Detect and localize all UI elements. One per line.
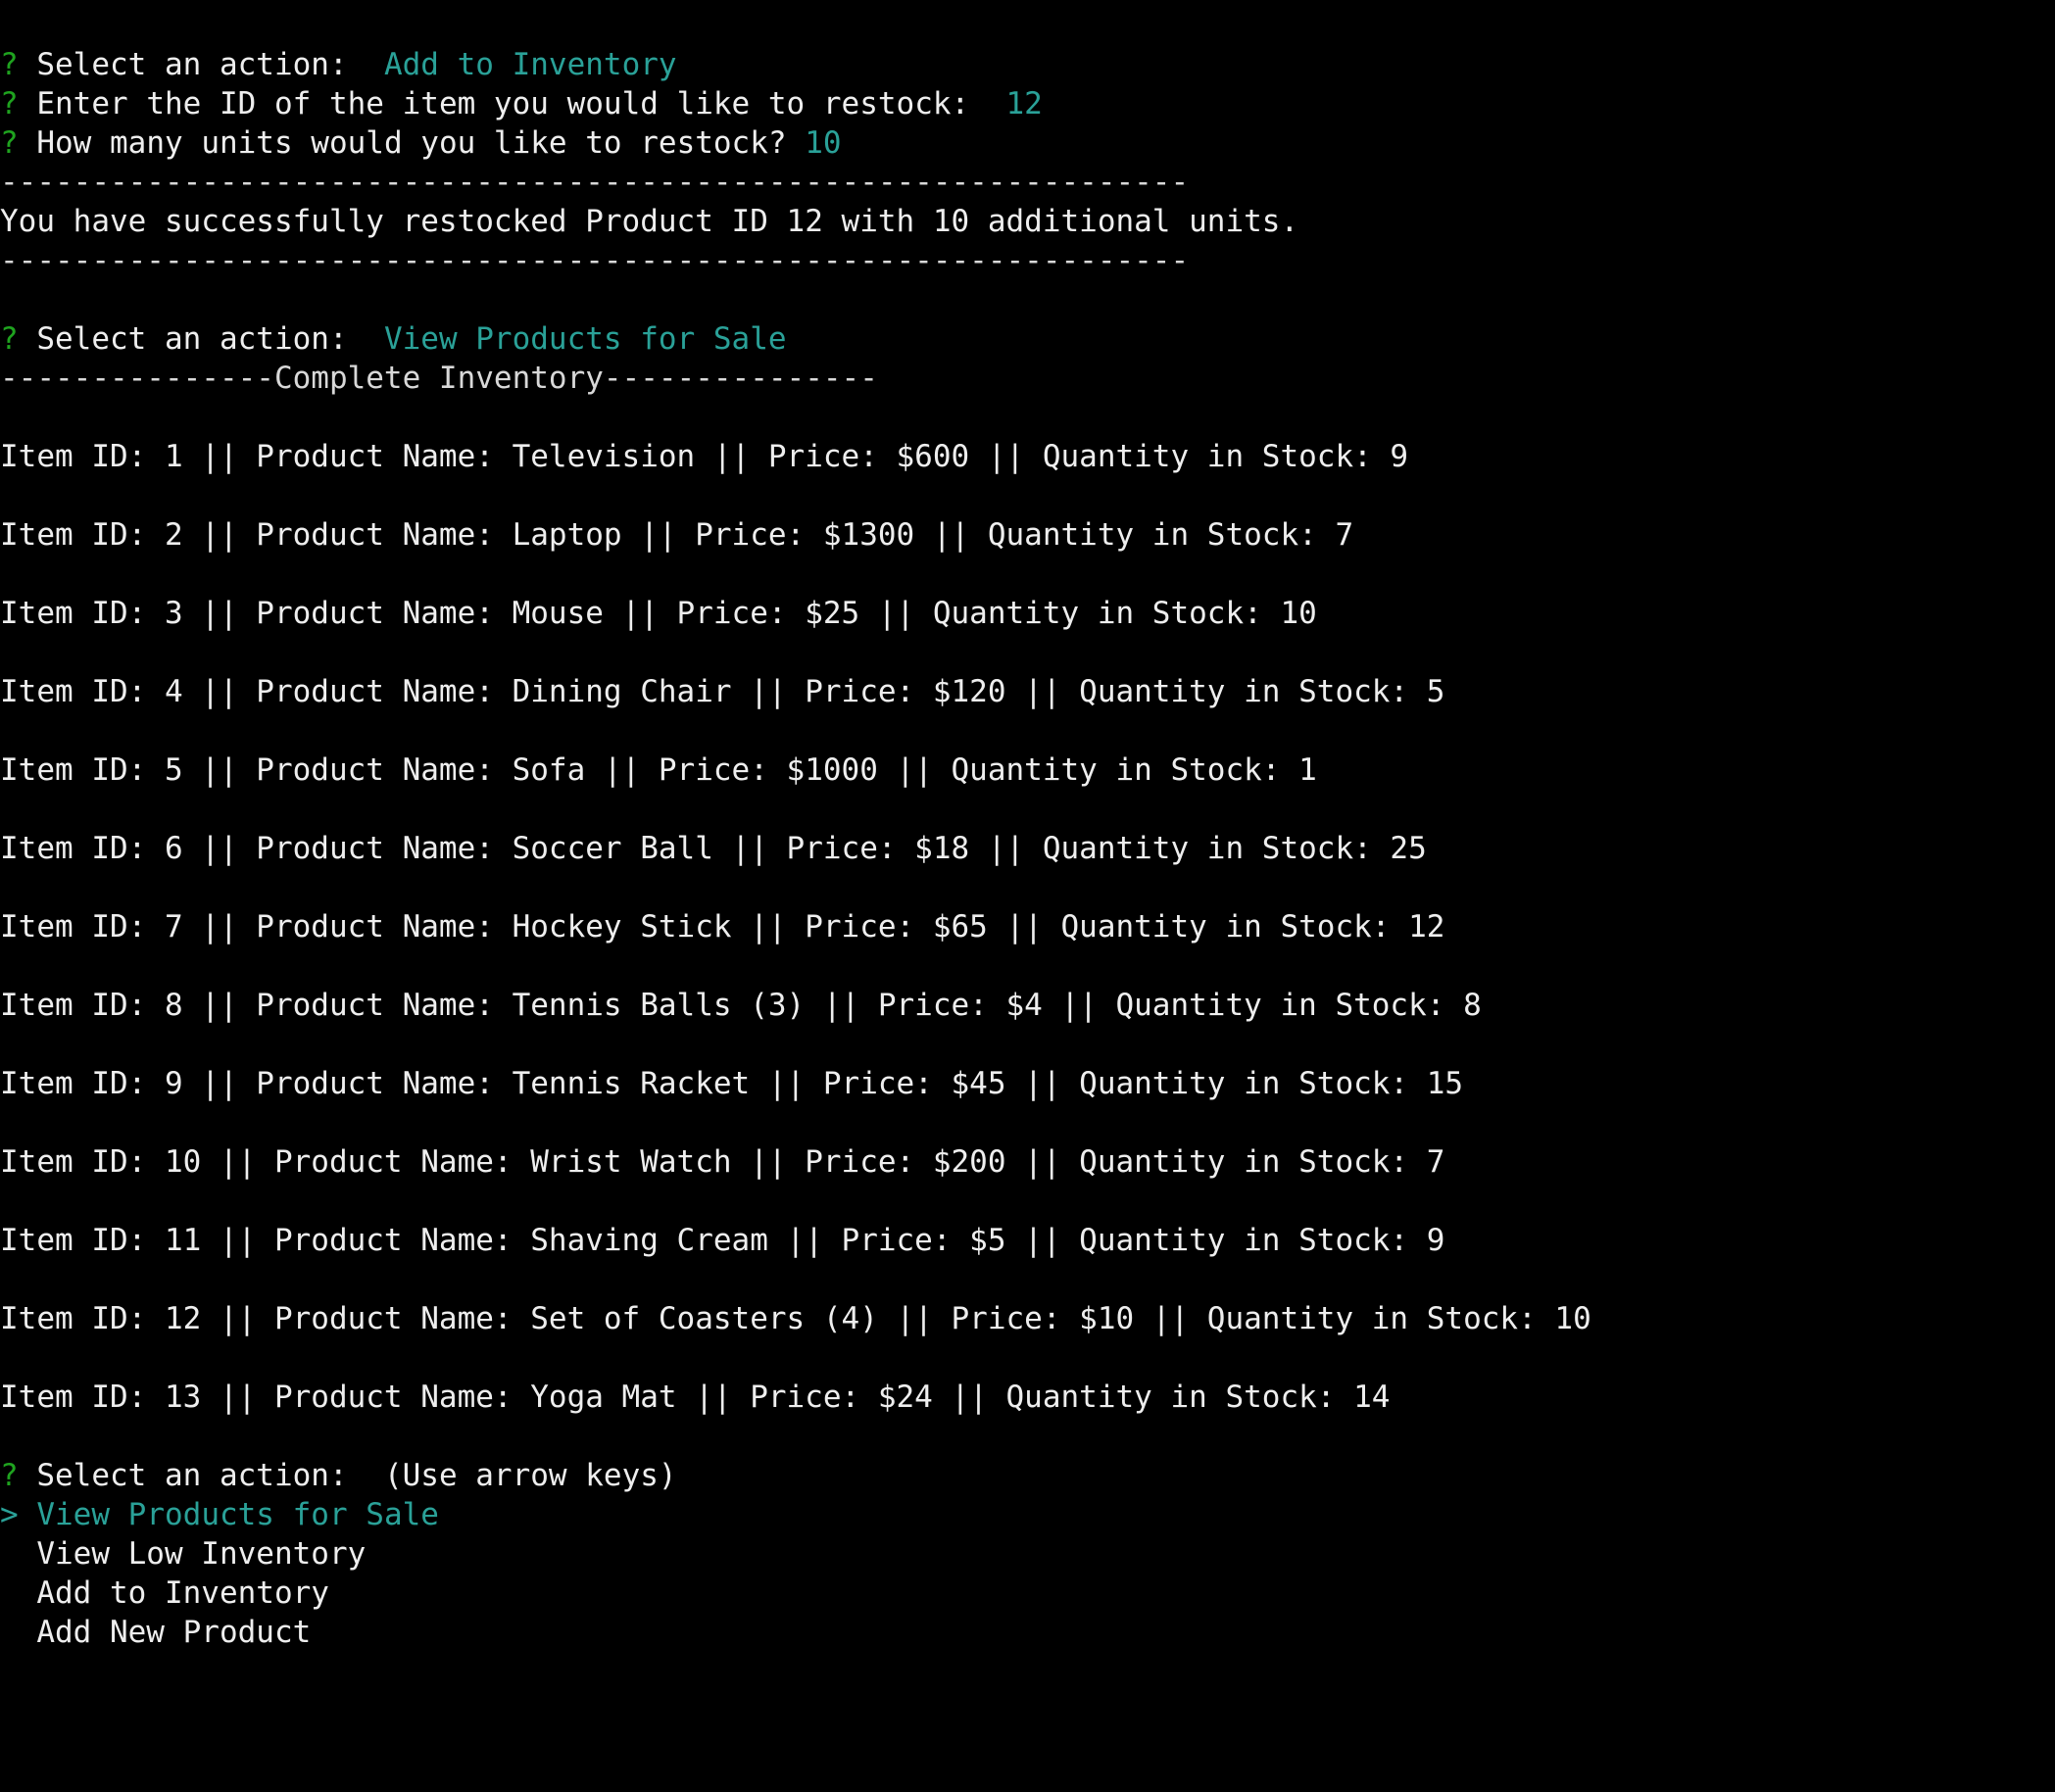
menu-option-view-products[interactable]: > View Products for Sale (0, 1495, 2055, 1534)
restock-action-prompt: ? Select an action: Add to Inventory (0, 45, 2055, 84)
prompt-answer: 10 (805, 125, 842, 161)
inventory-row: Item ID: 12 || Product Name: Set of Coas… (0, 1301, 1591, 1336)
prompt-mark: ? (0, 125, 19, 161)
inventory-row: Item ID: 13 || Product Name: Yoga Mat ||… (0, 1380, 1391, 1415)
inventory-row: Item ID: 5 || Product Name: Sofa || Pric… (0, 752, 1317, 788)
prompt-mark: ? (0, 86, 19, 121)
menu-option-label: Add New Product (36, 1615, 312, 1650)
inventory-row: Item ID: 11 || Product Name: Shaving Cre… (0, 1223, 1445, 1258)
prompt-mark: ? (0, 321, 19, 357)
prompt-hint: (Use arrow keys) (383, 1458, 677, 1493)
prompt-label: Select an action: (36, 1458, 348, 1493)
prompt-label: Enter the ID of the item you would like … (36, 86, 970, 121)
prompt-answer: Add to Inventory (383, 47, 677, 82)
prompt-mark: ? (0, 47, 19, 82)
inventory-heading: ---------------Complete Inventory-------… (0, 361, 878, 396)
inventory-row: Item ID: 9 || Product Name: Tennis Racke… (0, 1066, 1464, 1101)
prompt-answer: View Products for Sale (383, 321, 787, 357)
prompt-label: How many units would you like to restock… (36, 125, 787, 161)
inventory-row: Item ID: 7 || Product Name: Hockey Stick… (0, 909, 1445, 944)
inventory-row: Item ID: 3 || Product Name: Mouse || Pri… (0, 596, 1317, 631)
prompt-label: Select an action: (36, 321, 348, 357)
restock-success-message: You have successfully restocked Product … (0, 204, 1299, 239)
menu-option-view-low-inventory[interactable]: View Low Inventory (0, 1534, 2055, 1574)
inventory-row: Item ID: 2 || Product Name: Laptop || Pr… (0, 517, 1354, 553)
divider-bottom: ----------------------------------------… (0, 243, 1190, 278)
inventory-row: Item ID: 4 || Product Name: Dining Chair… (0, 674, 1445, 709)
inventory-row: Item ID: 1 || Product Name: Television |… (0, 439, 1409, 474)
menu-option-add-new-product[interactable]: Add New Product (0, 1613, 2055, 1652)
inventory-row: Item ID: 10 || Product Name: Wrist Watch… (0, 1144, 1445, 1180)
prompt-label: Select an action: (36, 47, 348, 82)
inventory-row: Item ID: 6 || Product Name: Soccer Ball … (0, 831, 1427, 866)
menu-option-label: Add to Inventory (36, 1575, 329, 1611)
terminal-output: ? Select an action: Add to Inventory ? E… (0, 45, 2055, 1652)
restock-id-prompt: ? Enter the ID of the item you would lik… (0, 84, 2055, 123)
menu-option-add-to-inventory[interactable]: Add to Inventory (0, 1574, 2055, 1613)
inventory-row: Item ID: 8 || Product Name: Tennis Balls… (0, 988, 1482, 1023)
view-action-prompt: ? Select an action: View Products for Sa… (0, 319, 2055, 359)
menu-option-label: View Products for Sale (36, 1497, 439, 1532)
prompt-mark: ? (0, 1458, 19, 1493)
menu-option-label: View Low Inventory (36, 1536, 367, 1572)
prompt-answer: 12 (1005, 86, 1043, 121)
selection-pointer: > (0, 1497, 19, 1532)
divider-top: ----------------------------------------… (0, 165, 1190, 200)
restock-units-prompt: ? How many units would you like to resto… (0, 123, 2055, 163)
menu-action-prompt: ? Select an action: (Use arrow keys) (0, 1456, 2055, 1495)
